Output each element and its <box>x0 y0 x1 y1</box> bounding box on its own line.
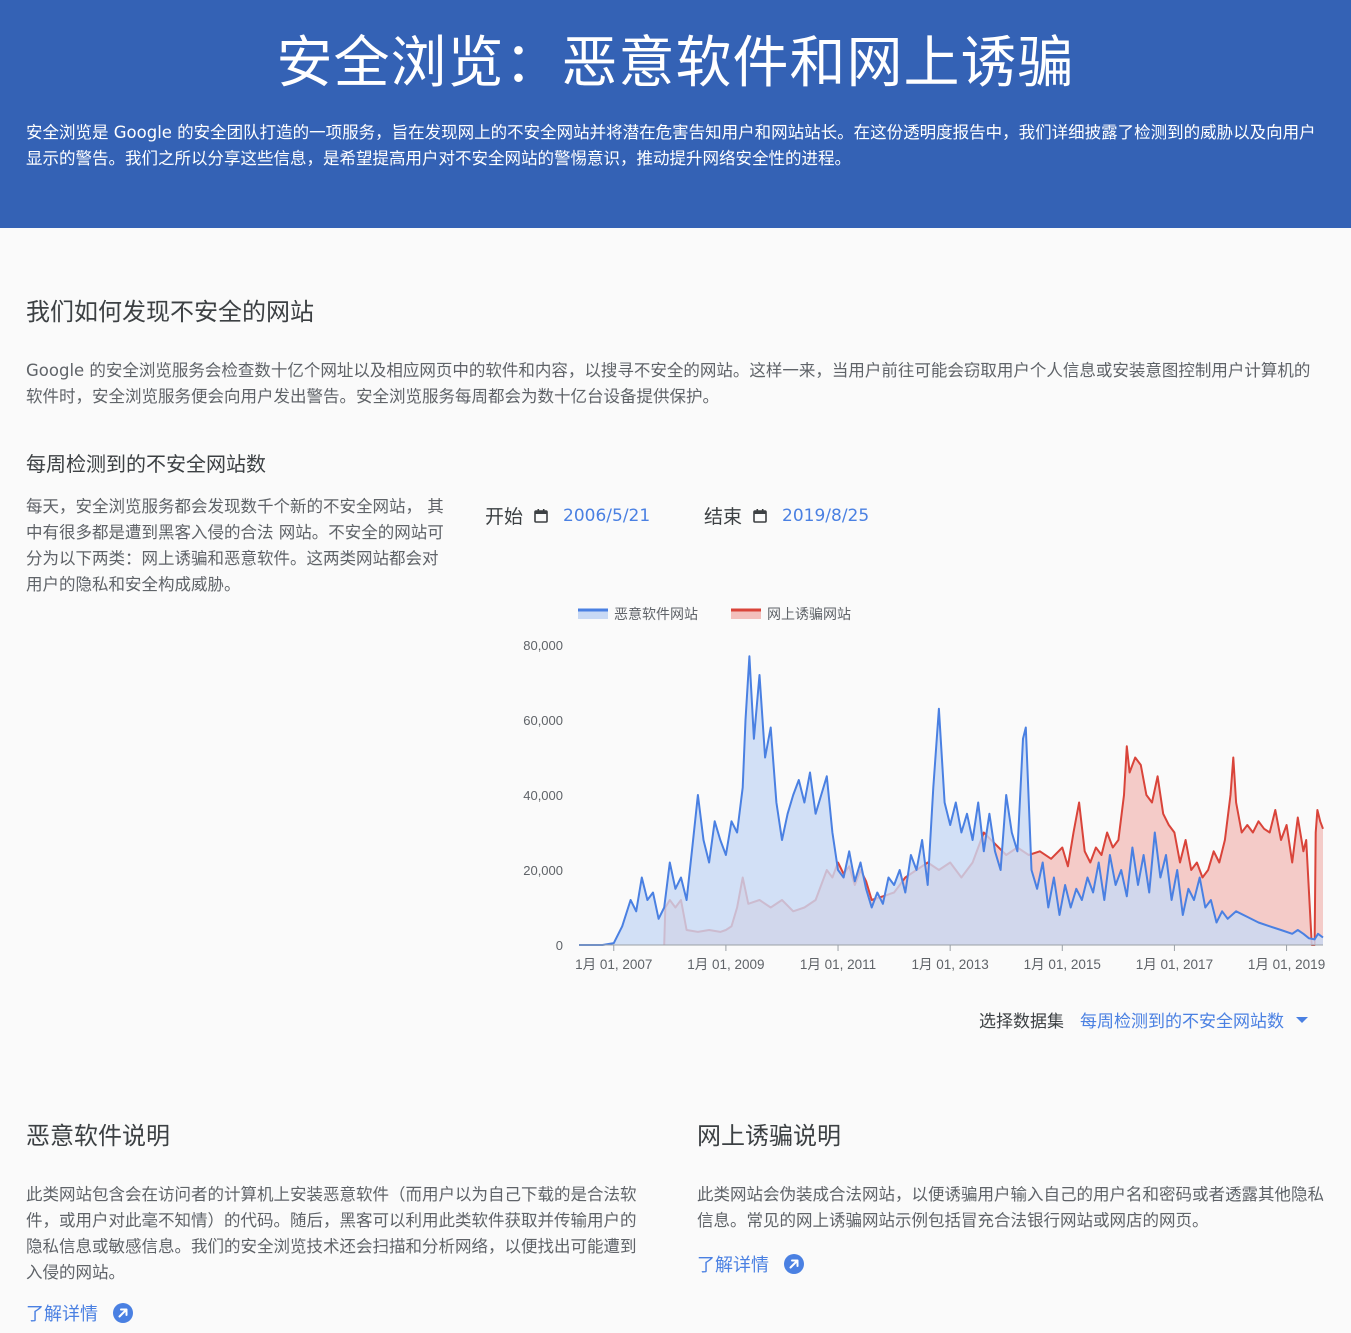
section-title-how: 我们如何发现不安全的网站 <box>26 298 314 326</box>
section-title-malware: 恶意软件说明 <box>26 1122 170 1150</box>
legend-label: 恶意软件网站 <box>614 606 698 623</box>
phishing-learn-more-link[interactable]: 了解详情 <box>697 1251 805 1277</box>
y-tick-label: 40,000 <box>523 788 563 803</box>
dataset-value[interactable]: 每周检测到的不安全网站数 <box>1080 1007 1284 1032</box>
y-tick-label: 0 <box>556 938 563 953</box>
section-body-weekly: 每天，安全浏览服务都会发现数千个新的不安全网站， 其中有很多都是遭到黑客入侵的合… <box>26 497 444 594</box>
chevron-down-icon[interactable] <box>1296 1016 1308 1023</box>
page-title: 安全浏览：恶意软件和网上诱骗 <box>276 31 1075 96</box>
calendar-icon[interactable] <box>533 508 549 524</box>
section-body-phishing: 此类网站会伪装成合法网站，以便诱骗用户输入自己的用户名和密码或者透露其他隐私信息… <box>697 1185 1324 1230</box>
x-tick-label: 1月 01, 2007 <box>575 957 652 972</box>
legend-label: 网上诱骗网站 <box>767 607 851 623</box>
dataset-selector[interactable]: 选择数据集 每周检测到的不安全网站数 <box>979 1007 1308 1032</box>
end-date-label: 结束 <box>704 506 743 528</box>
y-tick-label: 80,000 <box>523 638 563 653</box>
section-title-phishing: 网上诱骗说明 <box>697 1122 841 1150</box>
malware-learn-more-link[interactable]: 了解详情 <box>26 1300 134 1326</box>
section-body-malware: 此类网站包含会在访问者的计算机上安装恶意软件（而用户以为自己下载的是合法软件，或… <box>26 1185 637 1282</box>
x-tick-label: 1月 01, 2017 <box>1136 957 1213 972</box>
section-title-weekly: 每周检测到的不安全网站数 <box>26 452 266 476</box>
calendar-icon[interactable] <box>752 508 768 524</box>
start-date-label: 开始 <box>485 506 524 528</box>
x-tick-label: 1月 01, 2015 <box>1024 957 1101 972</box>
end-date-picker[interactable]: 结束 2019/8/25 <box>704 502 869 529</box>
dataset-label: 选择数据集 <box>979 1012 1064 1032</box>
header-description: 安全浏览是 Google 的安全团队打造的一项服务，旨在发现网上的不安全网站并将… <box>26 123 1316 168</box>
x-tick-label: 1月 01, 2019 <box>1248 957 1325 972</box>
end-date-value[interactable]: 2019/8/25 <box>782 506 869 526</box>
learn-more-label[interactable]: 了解详情 <box>26 1300 98 1326</box>
section-body-how: Google 的安全浏览服务会检查数十亿个网址以及相应网页中的软件和内容，以搜寻… <box>26 361 1311 406</box>
x-tick-label: 1月 01, 2013 <box>912 957 989 972</box>
start-date-picker[interactable]: 开始 2006/5/21 <box>485 502 650 529</box>
learn-more-label[interactable]: 了解详情 <box>697 1251 769 1277</box>
start-date-value[interactable]: 2006/5/21 <box>563 506 650 526</box>
unsafe-sites-chart: 0 20,000 40,000 60,000 80,000 1月 01, 2007 1月 0… <box>523 606 1325 972</box>
page-header: 安全浏览：恶意软件和网上诱骗 安全浏览是 Google 的安全团队打造的一项服务… <box>0 0 1351 228</box>
open-in-new-icon[interactable] <box>783 1253 805 1275</box>
y-tick-label: 60,000 <box>523 713 563 728</box>
x-tick-label: 1月 01, 2011 <box>800 957 876 972</box>
x-tick-label: 1月 01, 2009 <box>687 957 764 972</box>
y-tick-label: 20,000 <box>523 863 563 878</box>
open-in-new-icon[interactable] <box>112 1302 134 1324</box>
